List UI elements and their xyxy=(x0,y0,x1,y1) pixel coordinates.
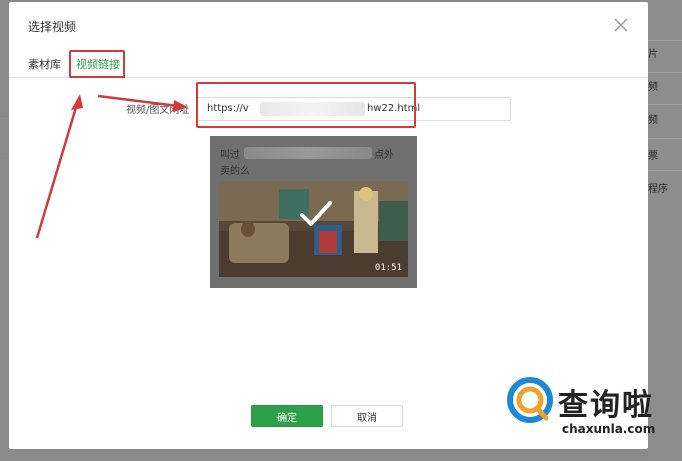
divider xyxy=(0,152,9,153)
video-duration: 01:51 xyxy=(374,263,402,273)
dialog-title: 选择视频 xyxy=(28,20,77,34)
annotation-box-url xyxy=(196,82,416,128)
background-item: 程序 xyxy=(648,183,668,195)
video-title-line2: 卖的么 xyxy=(220,166,250,177)
video-title-suffix: 点外 xyxy=(374,150,394,161)
background-item: 票 xyxy=(648,150,658,162)
video-title-prefix: 叫过 xyxy=(220,150,240,161)
tab-materials[interactable]: 素材库 xyxy=(28,56,61,78)
divider xyxy=(648,72,682,73)
divider xyxy=(648,104,682,105)
divider xyxy=(0,118,9,119)
watermark-domain: chaxunla.com xyxy=(562,422,656,436)
divider xyxy=(648,170,682,171)
watermark-brand: 查询啦 xyxy=(558,388,654,423)
video-preview-card[interactable]: 叫过 点外 卖的么 01:51 xyxy=(210,136,417,288)
annotation-box-tab xyxy=(69,50,125,78)
confirm-button[interactable]: 确定 xyxy=(251,405,323,427)
video-title-redaction xyxy=(244,147,372,159)
url-field-label: 视频/图文网址 xyxy=(126,105,190,116)
close-icon[interactable] xyxy=(613,17,629,33)
background-item: 频 xyxy=(648,81,658,93)
selected-check-icon xyxy=(300,201,332,226)
background-item: 片 xyxy=(648,48,658,60)
cancel-button[interactable]: 取消 xyxy=(331,405,403,427)
watermark: 查询啦 chaxunla.com xyxy=(506,376,678,446)
video-thumbnail: 01:51 xyxy=(219,181,408,277)
magnifier-logo-icon xyxy=(507,377,553,423)
divider xyxy=(648,138,682,139)
background-item: 频 xyxy=(648,114,658,126)
